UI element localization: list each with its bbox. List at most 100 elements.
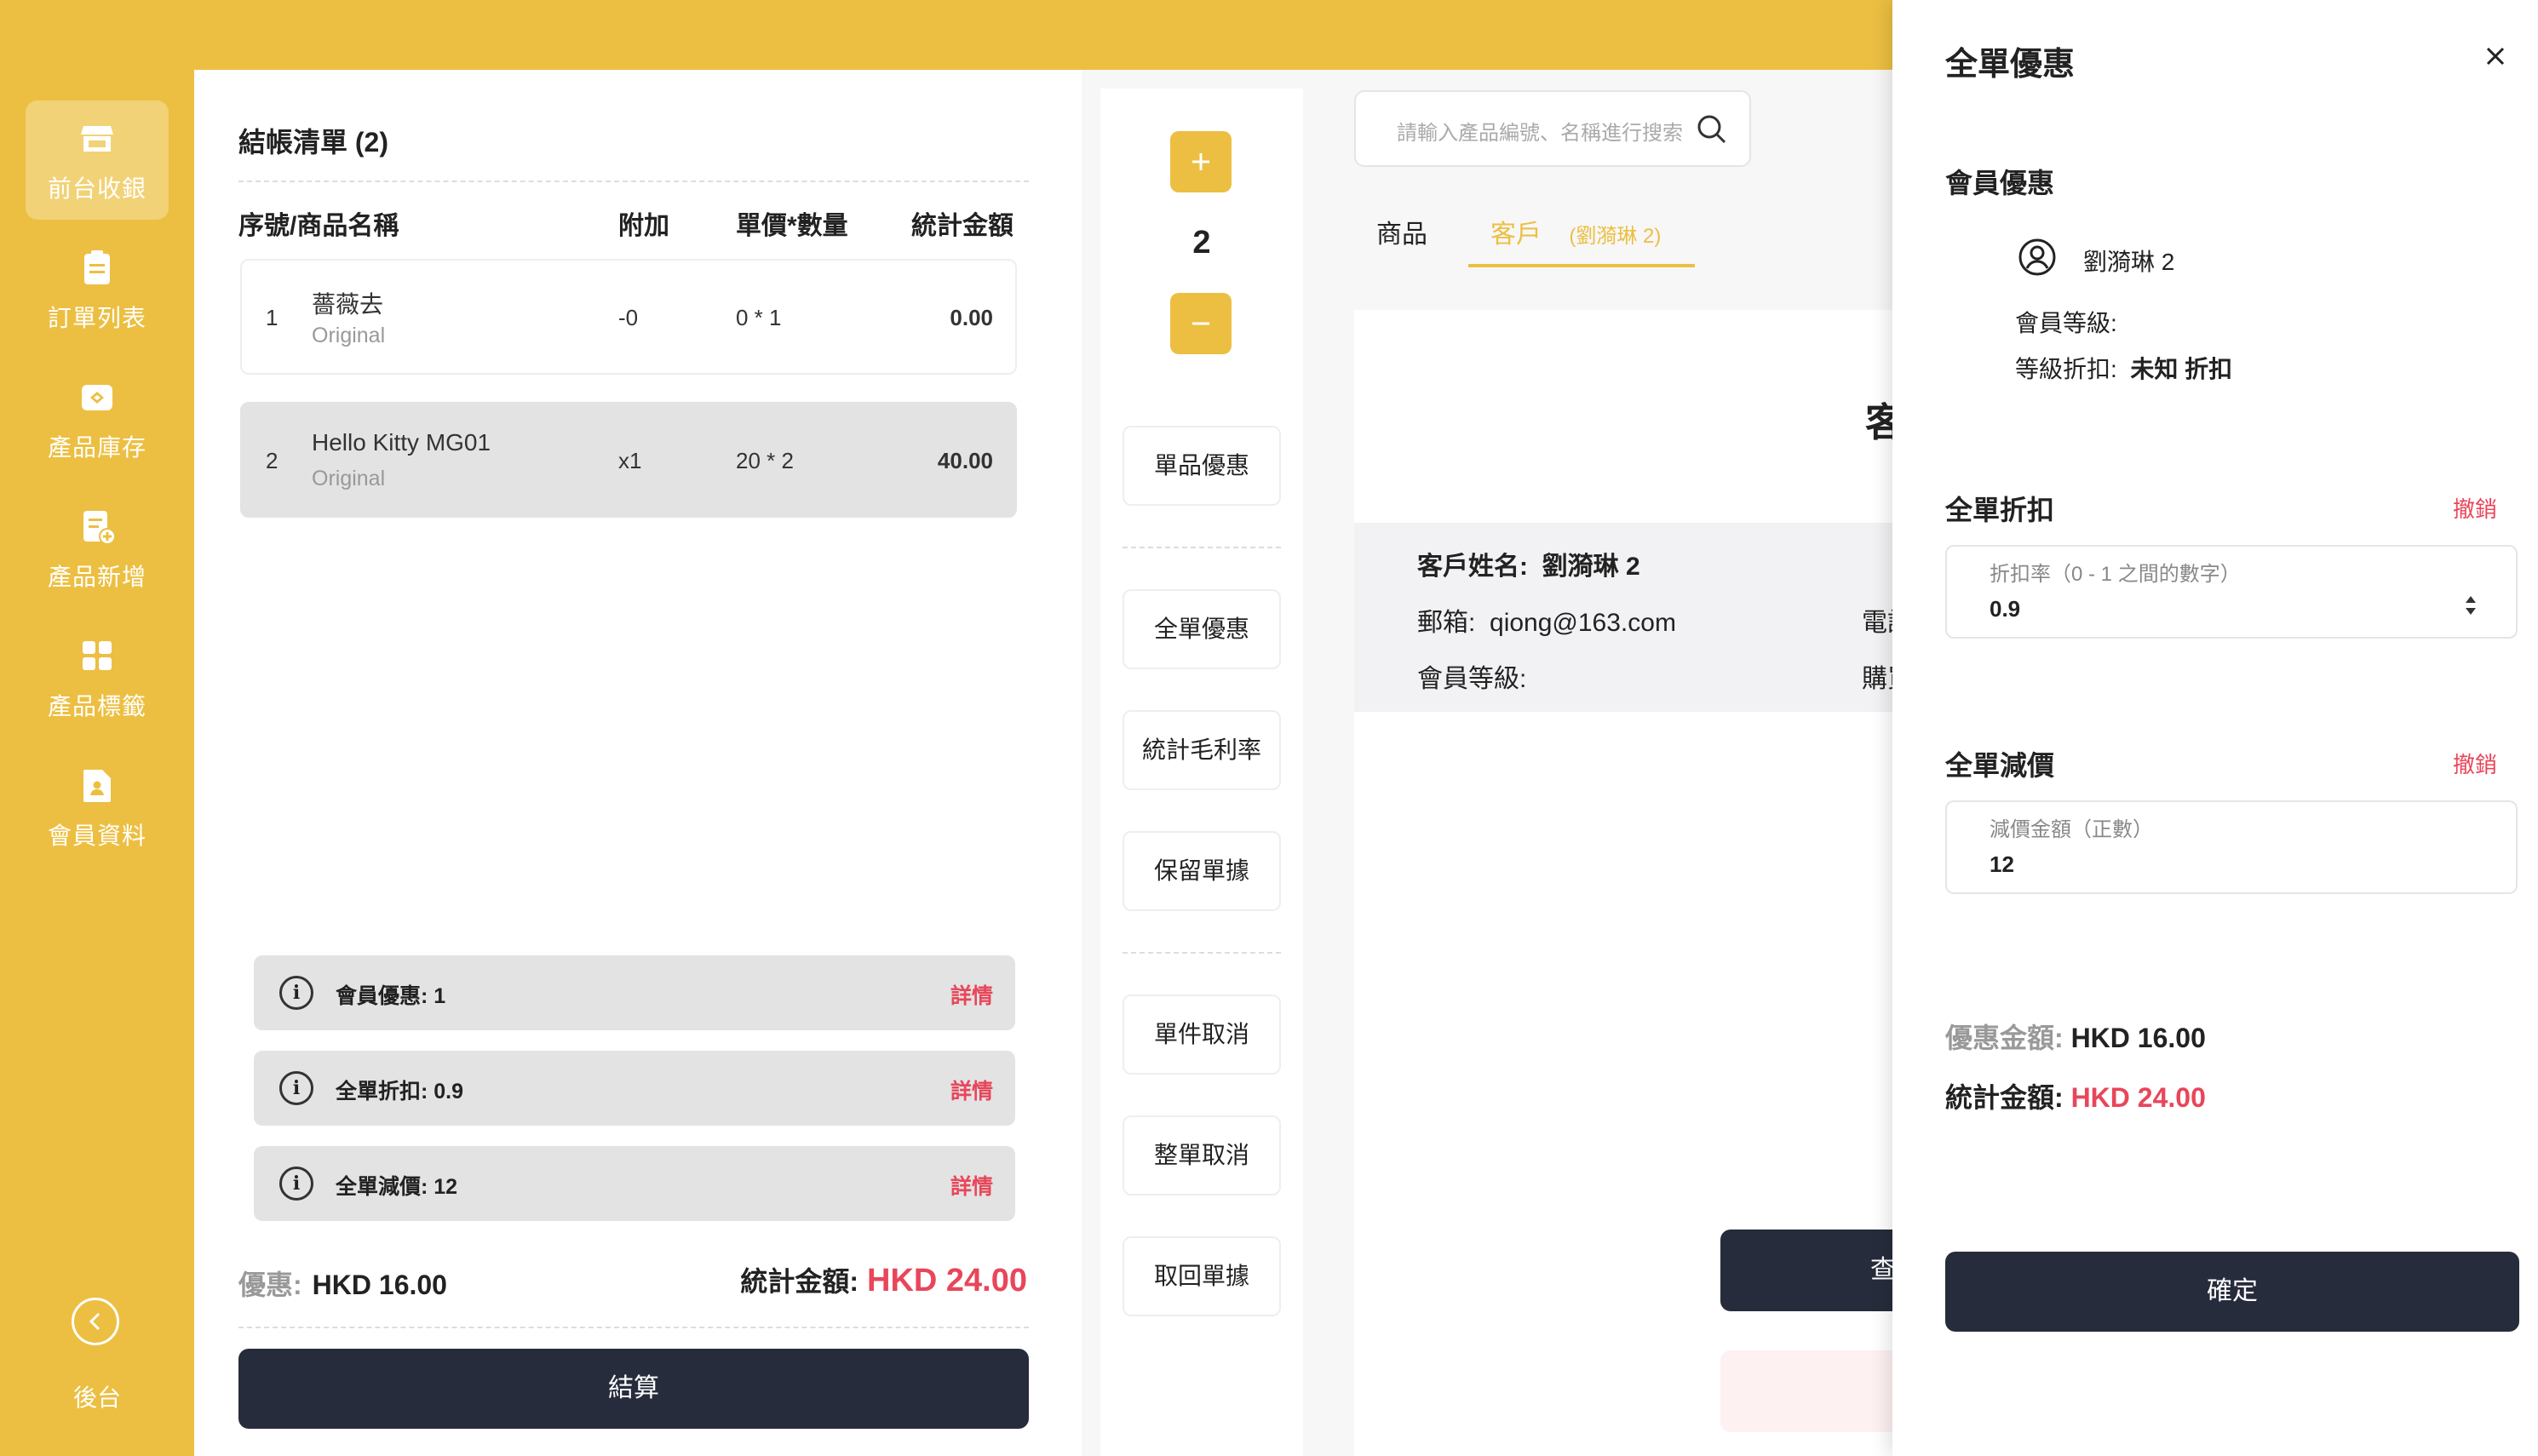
divider: [238, 1327, 1029, 1328]
order-discount-heading: 全單折扣: [1945, 495, 2055, 525]
grade-discount-label: 等級折扣:: [2015, 356, 2117, 382]
discount-label: 全單減價: 12: [336, 1175, 458, 1199]
reduction-amount-field[interactable]: 減價金額（正數） 12: [1945, 800, 2518, 894]
row-total: 0.00: [950, 305, 993, 330]
customer-name-label: 客戶姓名:: [1417, 553, 1528, 581]
member-discount-bar: i 會員優惠: 1 詳情: [254, 955, 1015, 1030]
customer-email-label: 郵箱:: [1417, 609, 1476, 637]
member-name: 劉漪琳 2: [2083, 249, 2175, 275]
grade-discount-value: 未知 折扣: [2130, 356, 2233, 382]
grade-discount: 等級折扣: 未知 折扣: [2015, 351, 2232, 385]
header-total: 統計金額: [911, 212, 1013, 240]
member-file-icon: [83, 770, 111, 802]
discount-rate-label: 折扣率（0 - 1 之間的數字）: [1990, 563, 2241, 586]
tab-customer[interactable]: 客戶 (劉漪琳 2): [1490, 213, 1661, 250]
quantity-value: 2: [1192, 225, 1211, 261]
undo-reduction-link[interactable]: 撤銷: [2453, 748, 2497, 779]
details-link[interactable]: 詳情: [950, 1170, 993, 1201]
discount-rate-value: 0.9: [1990, 596, 2021, 622]
reduction-amount-label: 減價金額（正數）: [1990, 818, 2153, 841]
discount-label: 全單折扣: 0.9: [336, 1080, 464, 1103]
sidebar-item-cashier[interactable]: 前台收銀: [26, 100, 169, 220]
hold-order-button[interactable]: 保留單據: [1123, 831, 1281, 911]
discount-amount-label: 優惠金額:: [1945, 1023, 2064, 1053]
drawer-total-label: 統計金額:: [1945, 1082, 2064, 1113]
order-discount-drawer: 全單優惠 會員優惠 劉漪琳 2 會員等級: 等級折扣: 未知 折扣 全單折扣 撤…: [1892, 0, 2538, 1456]
reduction-amount-value: 12: [1990, 851, 2014, 877]
sidebar-item-tags[interactable]: 產品標籤: [26, 618, 169, 737]
row-index: 2: [266, 448, 278, 473]
discount-label: 會員優惠: 1: [336, 984, 446, 1008]
sidebar-item-label: 會員資料: [47, 823, 146, 849]
customer-email: 郵箱: qiong@163.com: [1417, 601, 1676, 639]
undo-discount-link[interactable]: 撤銷: [2453, 492, 2497, 524]
retrieve-order-button[interactable]: 取回單據: [1123, 1236, 1281, 1316]
row-index: 1: [266, 305, 278, 330]
order-reduction-heading: 全單減價: [1945, 750, 2055, 781]
search-input[interactable]: 請輸入產品編號、名稱進行搜索: [1354, 90, 1751, 167]
sidebar-item-label: 訂單列表: [47, 305, 146, 331]
search-placeholder: 請輸入產品編號、名稱進行搜索: [1397, 122, 1683, 145]
divider: [238, 181, 1029, 182]
checkout-button[interactable]: 結算: [238, 1349, 1029, 1429]
action-column: 2 單品優惠 全單優惠 統計毛利率 保留單據 單件取消 整單取消 取回單據: [1100, 89, 1303, 1456]
discount-amount: 優惠金額: HKD 16.00: [1945, 1017, 2206, 1056]
customer-email-value: qiong@163.com: [1490, 609, 1676, 637]
item-discount-button[interactable]: 單品優惠: [1123, 426, 1281, 506]
sidebar-item-label: 前台收銀: [47, 175, 146, 202]
cancel-order-button[interactable]: 整單取消: [1123, 1115, 1281, 1195]
close-icon[interactable]: [2477, 37, 2514, 75]
order-discount-button[interactable]: 全單優惠: [1123, 589, 1281, 669]
info-icon: i: [279, 976, 313, 1010]
discount-summary: 優惠: HKD 16.00: [238, 1264, 447, 1303]
row-extra: -0: [618, 305, 639, 330]
row-price-qty: 20 * 2: [736, 448, 794, 473]
table-row[interactable]: 1 薔薇去 Original -0 0 * 1 0.00: [240, 259, 1017, 375]
user-circle-icon: [2018, 238, 2056, 276]
sidebar-item-add-product[interactable]: 產品新增: [26, 489, 169, 608]
plus-icon: [1192, 153, 1209, 170]
drawer-title: 全單優惠: [1945, 47, 2076, 83]
header-name: 序號/商品名稱: [238, 212, 399, 240]
back-arrow-icon[interactable]: [72, 1298, 119, 1345]
info-icon: i: [279, 1167, 313, 1201]
product-variant: Original: [312, 324, 386, 347]
product-name: Hello Kitty MG01: [312, 429, 491, 456]
sidebar-item-label: 產品庫存: [47, 434, 146, 461]
backend-link[interactable]: 後台: [0, 1379, 194, 1413]
row-total: 40.00: [937, 448, 993, 473]
tab-products[interactable]: 商品: [1376, 213, 1427, 250]
cancel-item-button[interactable]: 單件取消: [1123, 995, 1281, 1075]
customer-name: 客戶姓名: 劉漪琳 2: [1417, 545, 1640, 582]
checkout-list-panel: 結帳清單 (2) 序號/商品名稱 附加 單價*數量 統計金額 1 薔薇去 Ori…: [194, 70, 1082, 1456]
store-icon: [81, 126, 113, 152]
sidebar-item-orders[interactable]: 訂單列表: [26, 230, 169, 349]
add-document-icon: [83, 511, 116, 545]
confirm-button[interactable]: 確定: [1945, 1252, 2519, 1332]
details-link[interactable]: 詳情: [950, 1075, 993, 1105]
divider: [1123, 952, 1281, 954]
decrease-quantity-button[interactable]: [1170, 293, 1232, 354]
search-icon[interactable]: [1693, 111, 1731, 148]
inventory-box-icon: [82, 385, 112, 410]
sidebar-item-inventory[interactable]: 產品庫存: [26, 359, 169, 479]
details-link[interactable]: 詳情: [950, 979, 993, 1010]
sidebar-item-label: 產品標籤: [47, 693, 146, 719]
gross-margin-button[interactable]: 統計毛利率: [1123, 710, 1281, 790]
sidebar-item-members[interactable]: 會員資料: [26, 748, 169, 867]
discount-rate-field[interactable]: 折扣率（0 - 1 之間的數字） 0.9: [1945, 545, 2518, 639]
divider: [1123, 547, 1281, 548]
cart-title: 結帳清單 (2): [238, 127, 389, 158]
customer-name-value: 劉漪琳 2: [1542, 553, 1640, 581]
clipboard-icon: [84, 250, 110, 284]
table-row[interactable]: 2 Hello Kitty MG01 Original x1 20 * 2 40…: [240, 402, 1017, 518]
total-summary-value: HKD 24.00: [867, 1263, 1027, 1298]
total-summary-label: 統計金額:: [740, 1266, 859, 1297]
discount-summary-label: 優惠:: [238, 1270, 302, 1300]
active-tab-indicator: [1468, 264, 1695, 267]
increase-quantity-button[interactable]: [1170, 131, 1232, 192]
sidebar-item-label: 產品新增: [47, 564, 146, 590]
order-reduction-bar: i 全單減價: 12 詳情: [254, 1146, 1015, 1221]
number-spinner-icon[interactable]: [2465, 594, 2477, 616]
minus-icon: [1192, 322, 1209, 325]
